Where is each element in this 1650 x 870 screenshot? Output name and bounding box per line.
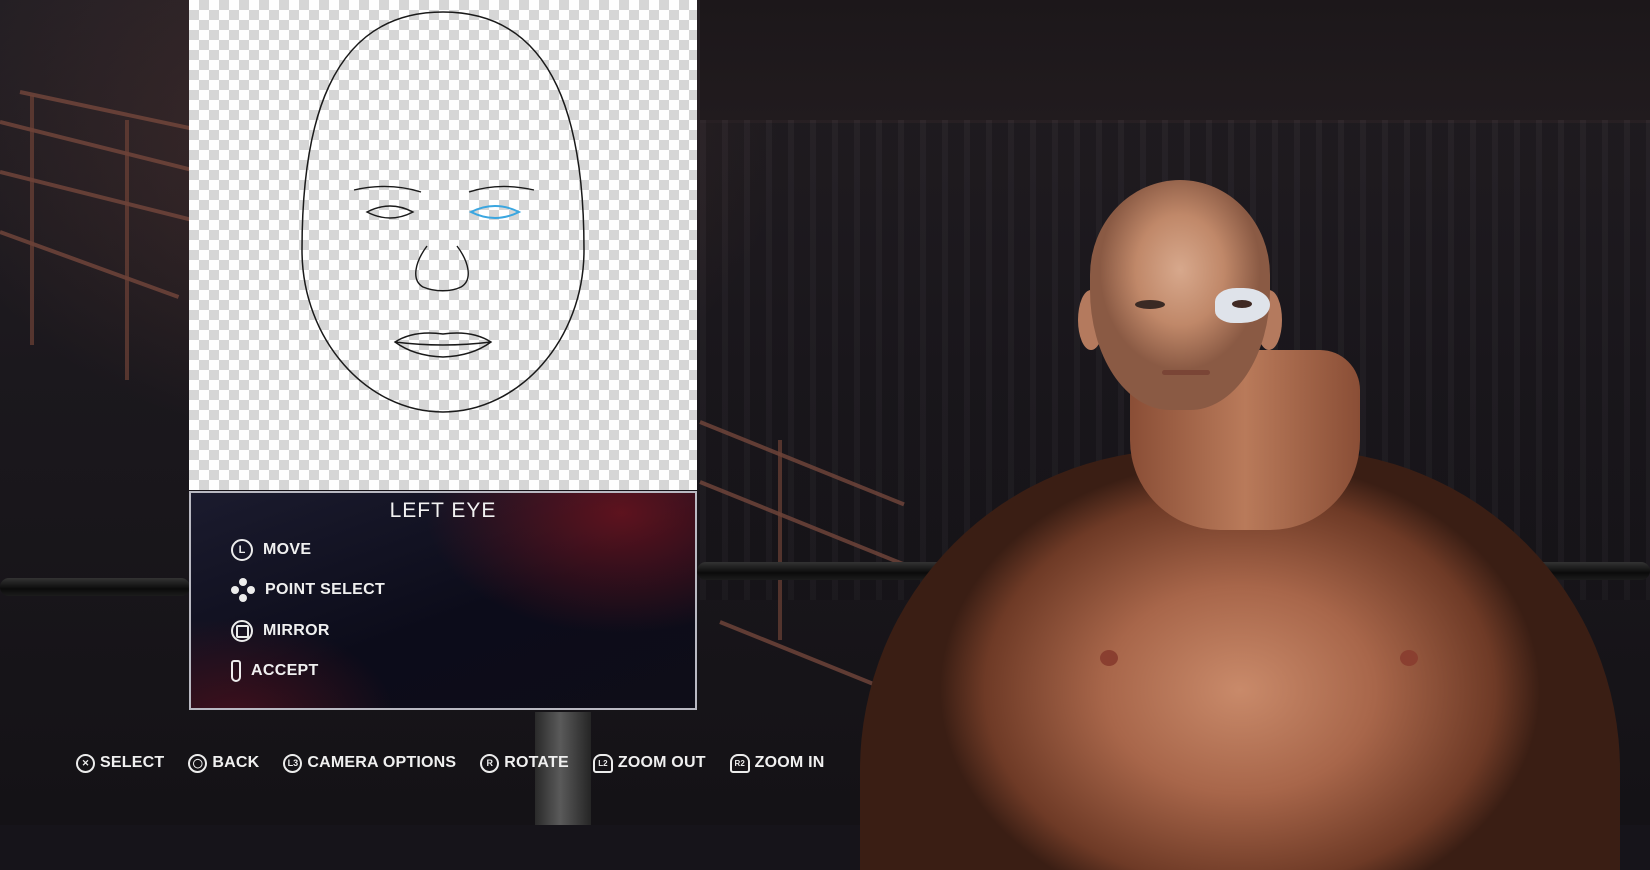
wrestler-chest-detail	[1400, 650, 1418, 666]
dpad-icon	[231, 578, 255, 602]
move-label: MOVE	[263, 541, 312, 558]
select-hint-label: SELECT	[100, 754, 165, 771]
cross-button-icon: ✕	[76, 753, 95, 773]
left-stick-icon: L	[231, 539, 253, 561]
face-template-canvas[interactable]	[189, 0, 697, 490]
right-eyebrow	[353, 185, 422, 193]
wrestler-eye	[1232, 300, 1252, 308]
wrestler-mouth	[1162, 370, 1210, 375]
l3-button-icon: L3	[283, 753, 303, 773]
left-eye-shape[interactable]	[468, 205, 522, 219]
railing	[19, 90, 197, 132]
railing	[0, 230, 180, 299]
back-hint-label: BACK	[212, 754, 260, 771]
camera-options-hint[interactable]: L3 CAMERA OPTIONS	[283, 753, 457, 773]
right-eye-shape	[365, 205, 415, 219]
back-hint[interactable]: ◯ BACK	[188, 753, 260, 773]
mirror-label: MIRROR	[263, 622, 330, 639]
nose-outline	[415, 245, 469, 292]
zoom-in-hint-label: ZOOM IN	[754, 754, 825, 771]
touchpad-stick-icon	[231, 660, 241, 682]
l2-trigger-icon: L2	[592, 753, 613, 773]
ring-rope	[0, 578, 190, 596]
select-hint[interactable]: ✕ SELECT	[76, 753, 165, 773]
circle-button-icon: ◯	[188, 753, 208, 773]
move-option[interactable]: L MOVE	[231, 537, 311, 563]
left-eyebrow	[468, 185, 535, 193]
wrestler-model[interactable]	[860, 180, 1650, 870]
button-hint-bar: ✕ SELECT ◯ BACK L3 CAMERA OPTIONS R ROTA…	[76, 752, 849, 774]
lips-outline	[393, 332, 493, 358]
railing-post	[778, 440, 782, 640]
accept-label: ACCEPT	[251, 662, 319, 679]
arena-scaffold	[700, 0, 1650, 123]
selected-part-title: LEFT EYE	[389, 499, 497, 522]
edit-part-panel: LEFT EYE L MOVE POINT SELECT MIRROR ACCE…	[189, 491, 697, 710]
mirror-option[interactable]: MIRROR	[231, 618, 330, 644]
r2-trigger-icon: R2	[729, 753, 750, 773]
square-button-icon	[231, 620, 253, 642]
rotate-hint-label: ROTATE	[504, 754, 569, 771]
rotate-hint[interactable]: R ROTATE	[480, 753, 569, 773]
point-select-label: POINT SELECT	[265, 581, 386, 598]
zoom-out-hint-label: ZOOM OUT	[617, 754, 706, 771]
accept-option[interactable]: ACCEPT	[231, 658, 319, 684]
camera-options-hint-label: CAMERA OPTIONS	[307, 754, 457, 771]
railing-post	[125, 120, 129, 380]
point-select-option[interactable]: POINT SELECT	[231, 577, 385, 603]
face-outline	[301, 11, 585, 413]
wrestler-chest-detail	[1100, 650, 1118, 666]
zoom-out-hint[interactable]: L2 ZOOM OUT	[592, 753, 706, 773]
railing-post	[30, 95, 34, 345]
zoom-in-hint[interactable]: R2 ZOOM IN	[729, 753, 825, 773]
r-stick-icon: R	[480, 753, 500, 773]
face-template-drawing	[301, 11, 585, 413]
wrestler-eye	[1135, 300, 1165, 309]
